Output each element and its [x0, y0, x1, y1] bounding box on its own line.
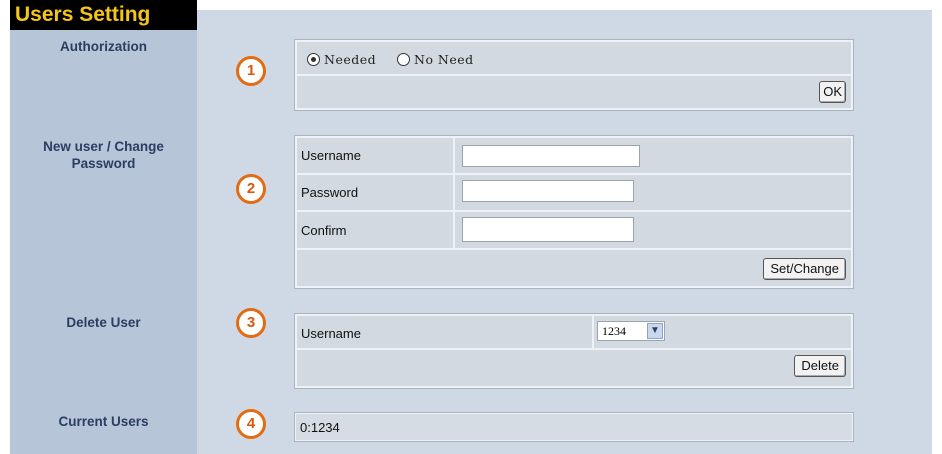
- username-select[interactable]: 1234 ▼: [597, 321, 665, 341]
- delete-username-label-cell: Username: [296, 315, 593, 349]
- confirm-label-cell: Confirm: [296, 211, 454, 249]
- password-input-cell: [454, 174, 852, 211]
- new-user-action-row: Set/Change: [296, 249, 852, 287]
- username-input-cell: [454, 137, 852, 174]
- page-title: Users Setting: [10, 0, 197, 30]
- radio-needed-icon[interactable]: [307, 53, 320, 66]
- step-badge-4: 4: [236, 409, 266, 439]
- username-label-cell: Username: [296, 137, 454, 174]
- radio-needed-label: Needed: [324, 52, 377, 67]
- step-badge-2: 2: [236, 174, 266, 204]
- step-badge-1: 1: [236, 56, 266, 86]
- step-badge-3: 3: [236, 308, 266, 338]
- username-select-value: 1234: [602, 324, 626, 338]
- new-user-panel: Username Password Confirm Set/Change: [295, 136, 853, 288]
- username-input[interactable]: [462, 145, 640, 167]
- radio-needed[interactable]: Needed: [307, 51, 376, 69]
- password-input[interactable]: [462, 180, 634, 202]
- authorization-panel: Needed No Need OK: [295, 40, 853, 110]
- sidebar-label-current-users: Current Users: [58, 414, 149, 429]
- sidebar: [10, 0, 197, 454]
- delete-username-select-cell: 1234 ▼: [593, 315, 852, 349]
- delete-username-label: Username: [301, 326, 361, 341]
- delete-action-row: Delete: [296, 349, 852, 387]
- ok-button[interactable]: OK: [819, 81, 846, 103]
- confirm-input[interactable]: [462, 217, 634, 242]
- radio-no-need[interactable]: No Need: [397, 51, 474, 69]
- set-change-button[interactable]: Set/Change: [763, 258, 846, 280]
- sidebar-label-new-user-line2: Password: [71, 156, 136, 171]
- sidebar-label-authorization: Authorization: [60, 39, 147, 54]
- radio-no-need-icon[interactable]: [397, 53, 410, 66]
- chevron-down-icon[interactable]: ▼: [647, 323, 663, 339]
- sidebar-label-new-user: New user / Change Password: [10, 138, 197, 172]
- authorization-action-row: OK: [296, 75, 852, 109]
- confirm-label: Confirm: [301, 223, 347, 238]
- username-label: Username: [301, 148, 361, 163]
- sidebar-label-new-user-line1: New user / Change: [43, 139, 164, 154]
- current-users-panel: 0:1234: [295, 413, 853, 441]
- delete-button[interactable]: Delete: [794, 355, 846, 377]
- sidebar-label-delete-user: Delete User: [66, 315, 141, 330]
- password-label-cell: Password: [296, 174, 454, 211]
- password-label: Password: [301, 185, 359, 200]
- current-users-value: 0:1234: [300, 420, 340, 435]
- radio-no-need-label: No Need: [414, 52, 474, 67]
- authorization-options-row: Needed No Need: [296, 41, 852, 75]
- delete-user-panel: Username 1234 ▼ Delete: [295, 314, 853, 388]
- confirm-input-cell: [454, 211, 852, 249]
